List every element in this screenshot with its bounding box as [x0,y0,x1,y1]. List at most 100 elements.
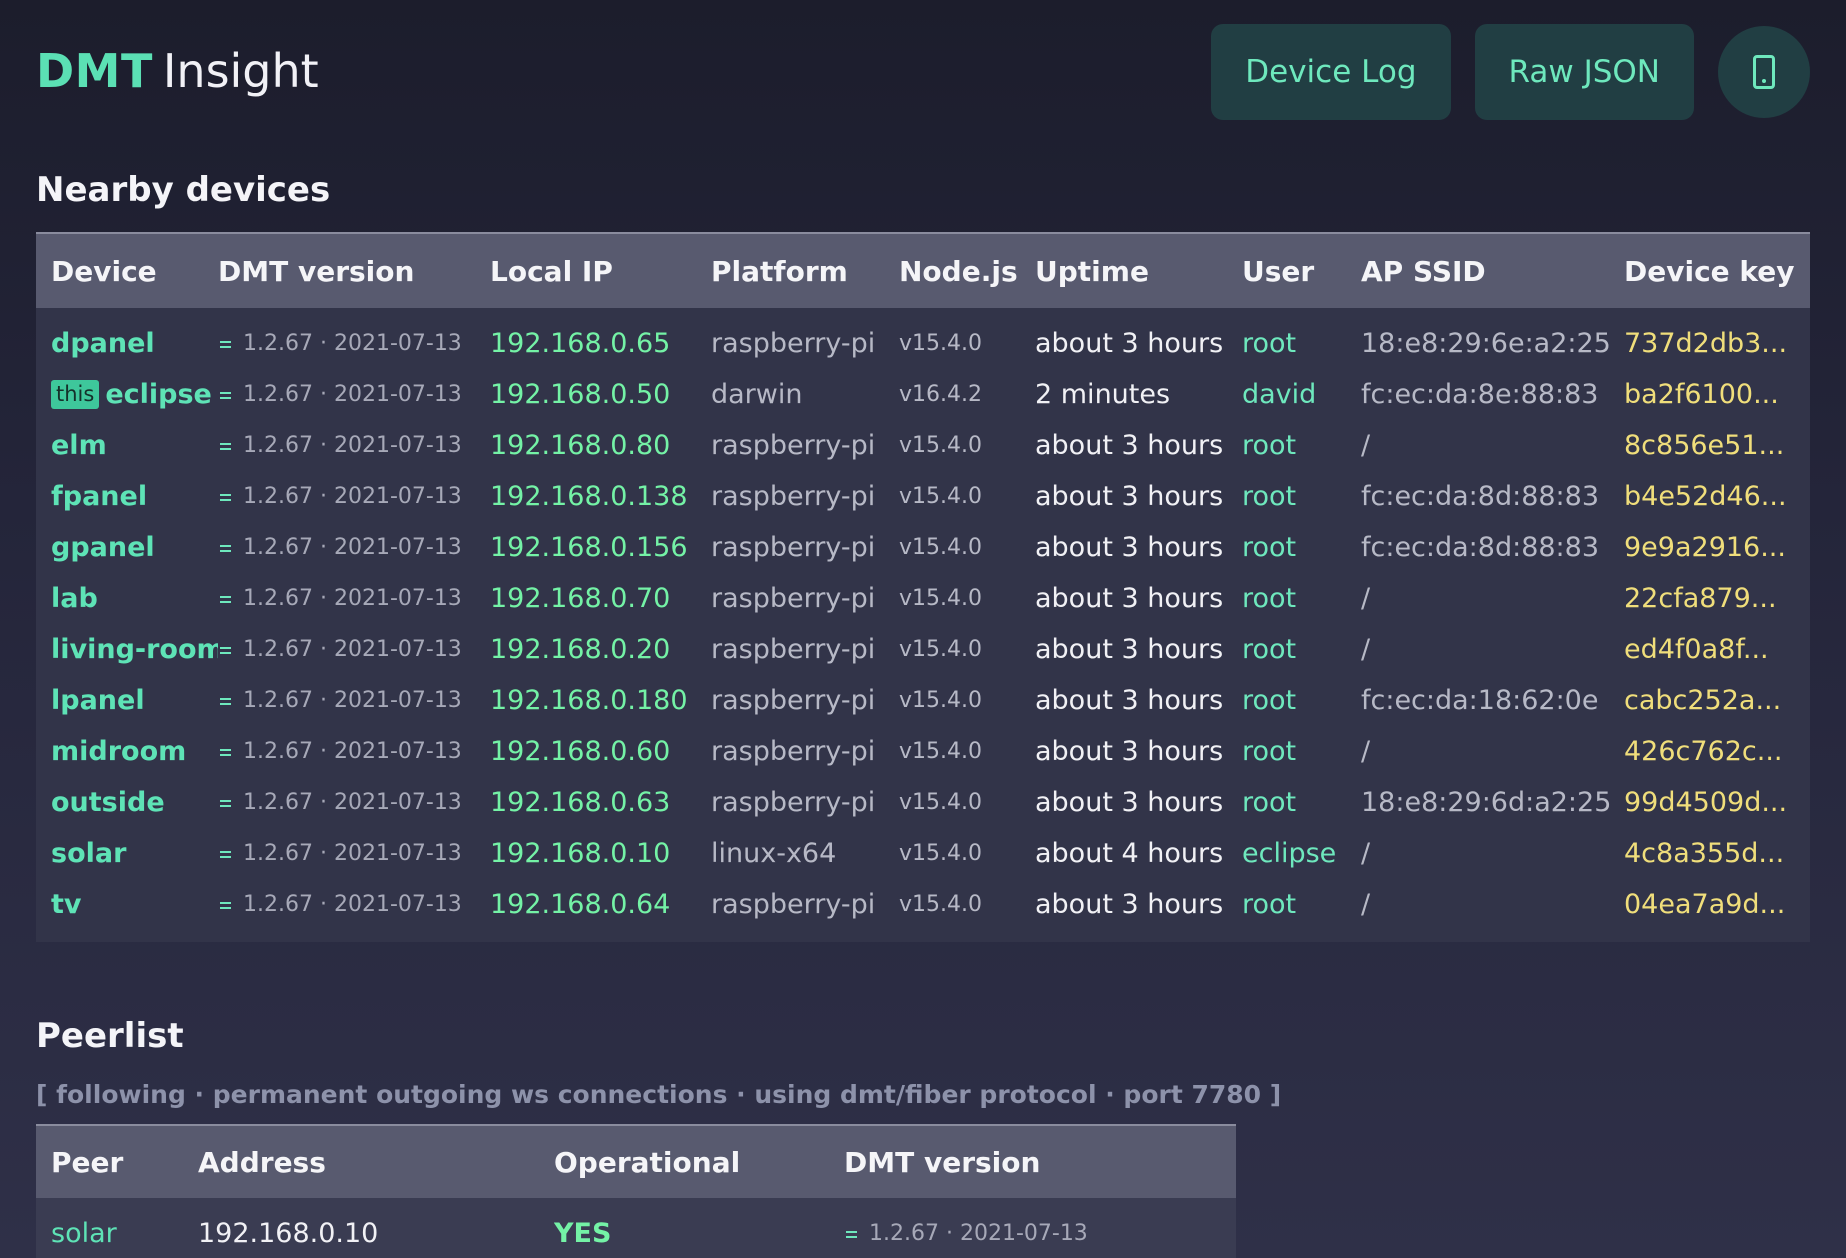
device-key-cell[interactable]: b4e52d46... [1624,481,1810,512]
local-ip-link[interactable]: 192.168.0.50 [490,379,711,410]
local-ip-link[interactable]: 192.168.0.65 [490,328,711,359]
dmt-version-value: 1.2.67 · 2021-07-13 [243,484,462,509]
local-ip-link[interactable]: 192.168.0.63 [490,787,711,818]
ap-ssid-cell: 18:e8:29:6d:a2:25 [1361,787,1612,818]
version-marker-icon [220,494,231,501]
dmt-version-cell: 1.2.67 · 2021-07-13 [218,382,490,407]
uptime-cell: about 3 hours [1035,583,1224,614]
device-name-link[interactable]: lpanel [51,685,145,716]
nearby-devices-table: Device DMT version Local IP Platform Nod… [36,232,1810,942]
table-row[interactable]: this eclipse 1.2.67 · 2021-07-13 192.168.0.… [36,369,1810,420]
device-name-link[interactable]: living-room [51,634,218,665]
dmt-version-value: 1.2.67 · 2021-07-13 [243,637,462,662]
nodejs-version-cell: v15.4.0 [899,433,982,458]
ap-ssid-cell: 18:e8:29:6e:a2:25 [1361,328,1611,359]
device-name-link[interactable]: solar [51,838,126,869]
device-key-cell[interactable]: cabc252a... [1624,685,1810,716]
user-cell: root [1242,328,1297,359]
local-ip-link[interactable]: 192.168.0.138 [490,481,711,512]
table-header: Peer Address Operational DMT version [36,1126,1236,1198]
table-row[interactable]: gpanel 1.2.67 · 2021-07-13 192.168.0.156 ra… [36,522,1810,573]
column-header-nodejs: Node.js [899,254,1018,288]
device-key-cell[interactable]: 737d2db3... [1624,328,1810,359]
device-key-cell[interactable]: 99d4509d... [1624,787,1810,818]
version-marker-icon [220,443,231,450]
dmt-version-cell: 1.2.67 · 2021-07-13 [218,586,490,611]
nodejs-version-cell: v16.4.2 [899,382,982,407]
brand-secondary: Insight [162,44,319,98]
device-key-cell[interactable]: 9e9a2916... [1624,532,1810,563]
uptime-cell: 2 minutes [1035,379,1171,410]
device-cell: fpanel [36,481,218,512]
local-ip-link[interactable]: 192.168.0.80 [490,430,711,461]
peer-name-link[interactable]: solar [36,1218,198,1249]
local-ip-link[interactable]: 192.168.0.60 [490,736,711,767]
peerlist-subtitle: [ following · permanent outgoing ws conn… [36,1080,1282,1109]
device-name-link[interactable]: dpanel [51,328,155,359]
table-row[interactable]: living-room 1.2.67 · 2021-07-13 192.168.0.… [36,624,1810,675]
dmt-version-cell: 1.2.67 · 2021-07-13 [218,433,490,458]
local-ip-link[interactable]: 192.168.0.180 [490,685,711,716]
local-ip-link[interactable]: 192.168.0.156 [490,532,711,563]
user-cell: eclipse [1242,838,1337,869]
table-row[interactable]: outside 1.2.67 · 2021-07-13 192.168.0.63 ra… [36,777,1810,828]
device-cell: lab [36,583,218,614]
table-header: Device DMT version Local IP Platform Nod… [36,234,1810,308]
table-row[interactable]: solar 192.168.0.10 YES 1.2.67 · 2021-07-13 [36,1198,1236,1258]
device-name-link[interactable]: lab [51,583,98,614]
dmt-version-cell: 1.2.67 · 2021-07-13 [844,1221,1184,1246]
table-row[interactable]: elm 1.2.67 · 2021-07-13 192.168.0.80 raspbe… [36,420,1810,471]
user-cell: root [1242,634,1297,665]
table-row[interactable]: midroom 1.2.67 · 2021-07-13 192.168.0.60 ra… [36,726,1810,777]
device-cell: this eclipse [36,379,218,410]
table-row[interactable]: lpanel 1.2.67 · 2021-07-13 192.168.0.180 ra… [36,675,1810,726]
device-cell: dpanel [36,328,218,359]
device-key-cell[interactable]: 8c856e51... [1624,430,1810,461]
device-name-link[interactable]: outside [51,787,165,818]
uptime-cell: about 3 hours [1035,736,1224,767]
device-name-link[interactable]: gpanel [51,532,155,563]
version-marker-icon [220,800,231,807]
local-ip-link[interactable]: 192.168.0.20 [490,634,711,665]
dmt-version-cell: 1.2.67 · 2021-07-13 [218,637,490,662]
device-cell: solar [36,838,218,869]
platform-cell: raspberry-pi [711,685,876,716]
brand-primary: DMT [36,44,153,98]
user-cell: root [1242,481,1297,512]
uptime-cell: about 3 hours [1035,787,1224,818]
device-name-link[interactable]: eclipse [105,379,212,410]
device-name-link[interactable]: elm [51,430,107,461]
table-row[interactable]: solar 1.2.67 · 2021-07-13 192.168.0.10 linu… [36,828,1810,879]
version-marker-icon [846,1230,857,1238]
local-ip-link[interactable]: 192.168.0.10 [490,838,711,869]
device-key-cell[interactable]: 04ea7a9d... [1624,889,1810,920]
device-key-cell[interactable]: 22cfa879... [1624,583,1810,614]
device-view-button[interactable] [1718,26,1810,118]
dmt-version-value: 1.2.67 · 2021-07-13 [243,739,462,764]
device-key-cell[interactable]: ed4f0a8f... [1624,634,1810,665]
user-cell: root [1242,430,1297,461]
device-name-link[interactable]: tv [51,889,82,920]
device-key-cell[interactable]: 426c762c... [1624,736,1810,767]
device-name-link[interactable]: fpanel [51,481,147,512]
local-ip-link[interactable]: 192.168.0.70 [490,583,711,614]
table-row[interactable]: tv 1.2.67 · 2021-07-13 192.168.0.64 raspber… [36,879,1810,930]
version-marker-icon [220,851,231,858]
table-row[interactable]: dpanel 1.2.67 · 2021-07-13 192.168.0.65 ras… [36,318,1810,369]
device-key-cell[interactable]: ba2f6100... [1624,379,1810,410]
table-row[interactable]: lab 1.2.67 · 2021-07-13 192.168.0.70 raspbe… [36,573,1810,624]
table-row[interactable]: fpanel 1.2.67 · 2021-07-13 192.168.0.138 ra… [36,471,1810,522]
ap-ssid-cell: / [1361,736,1371,767]
nodejs-version-cell: v15.4.0 [899,535,982,560]
user-cell: root [1242,889,1297,920]
local-ip-link[interactable]: 192.168.0.64 [490,889,711,920]
platform-cell: raspberry-pi [711,787,876,818]
device-key-cell[interactable]: 4c8a355d... [1624,838,1810,869]
dmt-version-value: 1.2.67 · 2021-07-13 [243,535,462,560]
platform-cell: raspberry-pi [711,583,876,614]
uptime-cell: about 3 hours [1035,634,1224,665]
device-name-link[interactable]: midroom [51,736,186,767]
column-header-peer: Peer [51,1145,124,1179]
device-log-button[interactable]: Device Log [1211,24,1451,120]
raw-json-button[interactable]: Raw JSON [1474,24,1694,120]
